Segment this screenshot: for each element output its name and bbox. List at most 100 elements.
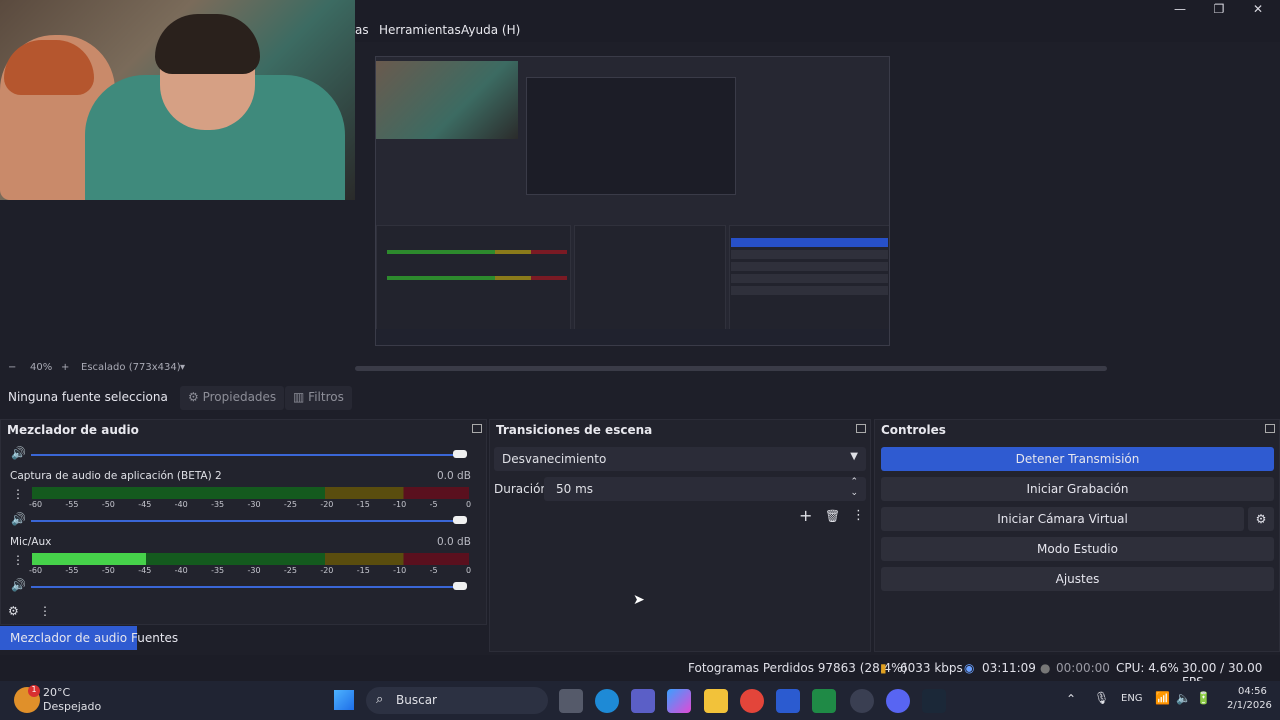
volume-knob[interactable]: [453, 516, 467, 524]
meter-tick-label: -10: [393, 500, 407, 509]
zoom-out-button[interactable]: −: [8, 362, 16, 373]
taskbar-search[interactable]: ⌕ Buscar: [366, 687, 548, 714]
file-explorer-icon[interactable]: [704, 689, 728, 713]
clock-date[interactable]: 2/1/2026: [1227, 700, 1272, 711]
task-view-icon[interactable]: [559, 689, 583, 713]
excel-icon[interactable]: [812, 689, 836, 713]
speaker-icon[interactable]: 🔊: [11, 512, 26, 526]
more-options-icon[interactable]: ⋮: [852, 508, 865, 523]
search-icon: ⌕: [376, 692, 384, 707]
chevron-down-icon: ▼: [850, 451, 858, 462]
status-bar: Fotogramas Perdidos 97863 (28.4%) ▮ 6033…: [0, 655, 1280, 689]
edge-icon[interactable]: [595, 689, 619, 713]
studio-mode-button[interactable]: Modo Estudio: [881, 537, 1274, 561]
volume-slider[interactable]: [31, 520, 466, 522]
tab-sources[interactable]: Fuentes: [121, 626, 188, 650]
meter-tick-label: -45: [138, 500, 152, 509]
menu-item-partial[interactable]: as: [355, 23, 369, 37]
volume-icon[interactable]: 🔈: [1176, 691, 1191, 705]
webcam-overlay: [0, 0, 355, 200]
nested-preview: [375, 56, 890, 346]
meter-tick-label: -10: [393, 566, 407, 575]
dock-float-icon[interactable]: [472, 424, 482, 433]
audio-meter: [32, 487, 469, 499]
speaker-icon[interactable]: 🔊: [11, 446, 26, 460]
duration-stepper[interactable]: 50 ms ⌃ ⌄: [544, 477, 866, 501]
language-indicator[interactable]: ENG: [1121, 693, 1143, 704]
steam-icon[interactable]: [922, 689, 946, 713]
filters-button[interactable]: ▥ Filtros: [285, 386, 352, 410]
source-toolbar: Ninguna fuente selecciona ⚙ Propiedades …: [0, 381, 1280, 415]
wifi-icon[interactable]: 📶: [1155, 691, 1170, 705]
trash-icon[interactable]: 🗑: [825, 509, 840, 523]
meter-tick-label: -15: [356, 566, 370, 575]
stream-time: 03:11:09: [982, 661, 1036, 675]
properties-button[interactable]: ⚙ Propiedades: [180, 386, 285, 410]
more-options-icon[interactable]: ⋮: [12, 487, 24, 501]
more-options-icon[interactable]: ⋮: [12, 553, 24, 567]
channel-name: Captura de audio de aplicación (BETA) 2: [10, 470, 222, 482]
start-icon[interactable]: [334, 690, 354, 710]
meter-tick-label: -50: [101, 566, 115, 575]
teams-icon[interactable]: [631, 689, 655, 713]
nested-taskbar: [376, 329, 889, 345]
meter-tick-label: 0: [466, 566, 472, 575]
nested-meter: [387, 276, 567, 280]
meter-tick-label: 0: [466, 500, 472, 509]
dropped-frames: Fotogramas Perdidos 97863 (28.4%): [688, 661, 908, 675]
mixer-menu-icon[interactable]: ⋮: [39, 604, 51, 618]
settings-button[interactable]: Ajustes: [881, 567, 1274, 591]
chrome-icon[interactable]: [740, 689, 764, 713]
close-button[interactable]: ✕: [1248, 2, 1268, 18]
stop-streaming-button[interactable]: Detener Transmisión: [881, 447, 1274, 471]
tab-audio-mixer[interactable]: Mezclador de audio: [0, 626, 138, 650]
obs-icon[interactable]: [850, 689, 874, 713]
speaker-icon[interactable]: 🔊: [11, 578, 26, 592]
stepper-up-icon[interactable]: ⌃: [850, 477, 858, 487]
volume-knob[interactable]: [453, 450, 467, 458]
meter-tick-label: -45: [138, 566, 152, 575]
bitrate-icon: ▮: [880, 661, 887, 675]
tray-chevron-icon[interactable]: ⌃: [1066, 692, 1076, 706]
minimize-button[interactable]: —: [1170, 2, 1190, 18]
horizontal-scrollbar[interactable]: [355, 366, 1107, 371]
nested-ctrl: [731, 286, 888, 295]
word-icon[interactable]: [776, 689, 800, 713]
cpu-usage: CPU: 4.6%: [1116, 661, 1179, 675]
scale-mode-dropdown[interactable]: ▾: [180, 362, 185, 373]
menu-item-ayuda[interactable]: Ayuda (H): [461, 23, 520, 37]
microphone-icon[interactable]: 🎙: [1094, 691, 1109, 705]
meter-tick-label: -55: [65, 566, 79, 575]
channel-db: 0.0 dB: [437, 536, 471, 548]
dock-float-icon[interactable]: [1265, 424, 1275, 433]
start-recording-button[interactable]: Iniciar Grabación: [881, 477, 1274, 501]
transition-select[interactable]: Desvanecimiento ▼: [494, 447, 866, 471]
advanced-audio-icon[interactable]: ⚙: [8, 604, 19, 618]
menu-item-herramientas[interactable]: Herramientas: [379, 23, 461, 37]
meter-tick-label: -25: [283, 500, 297, 509]
discord-icon[interactable]: [886, 689, 910, 713]
start-virtual-camera-button[interactable]: Iniciar Cámara Virtual: [881, 507, 1244, 531]
transitions-dock: Transiciones de escena Desvanecimiento ▼…: [489, 419, 871, 652]
channel-db: 0.0 dB: [437, 470, 471, 482]
nested-ctrl: [731, 274, 888, 283]
volume-slider[interactable]: [31, 586, 466, 588]
zoom-level: 40%: [30, 362, 53, 373]
copilot-icon[interactable]: [667, 689, 691, 713]
volume-slider[interactable]: [31, 454, 466, 456]
zoom-in-button[interactable]: +: [61, 362, 69, 373]
hair-left: [4, 40, 94, 95]
meter-tick-label: -35: [211, 566, 225, 575]
volume-knob[interactable]: [453, 582, 467, 590]
record-time: 00:00:00: [1056, 661, 1110, 675]
meter-tick-label: -55: [65, 500, 79, 509]
maximize-button[interactable]: ❐: [1209, 2, 1229, 18]
dock-float-icon[interactable]: [856, 424, 866, 433]
virtual-camera-settings-icon[interactable]: ⚙: [1248, 507, 1274, 531]
controls-dock: Controles Detener Transmisión Iniciar Gr…: [874, 419, 1280, 652]
clock-time[interactable]: 04:56: [1238, 686, 1267, 697]
add-transition-icon[interactable]: +: [799, 506, 812, 525]
battery-icon[interactable]: 🔋: [1196, 691, 1211, 705]
stepper-down-icon[interactable]: ⌄: [850, 488, 858, 498]
meter-tick-label: -5: [429, 500, 438, 509]
